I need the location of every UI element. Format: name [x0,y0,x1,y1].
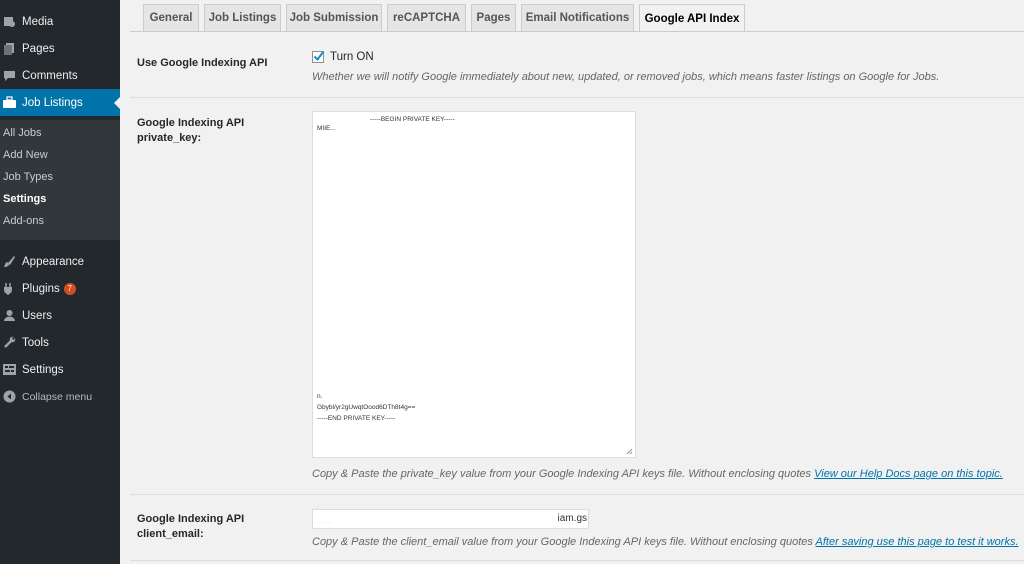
plugins-update-badge: 7 [63,282,76,295]
submenu-item-all-jobs[interactable]: All Jobs [3,127,42,139]
client-email-description-text: Copy & Paste the client_email value from… [312,536,813,548]
wrench-icon [3,336,16,349]
sidebar-item-label: Plugins [22,282,60,295]
resize-handle-icon[interactable] [626,448,633,455]
tab-general[interactable]: General [143,4,199,31]
tab-google-api-index[interactable]: Google API Index [639,4,745,32]
sidebar-item-tools[interactable]: Tools [0,329,120,356]
paintbrush-icon [3,255,16,268]
submenu-item-add-ons[interactable]: Add-ons [3,215,44,227]
key-first-line: MIIE... [317,125,336,132]
sidebar-item-users[interactable]: Users [0,302,120,329]
sidebar-item-label: Comments [22,69,78,82]
sidebar-item-comments[interactable]: Comments [0,62,120,89]
tab-recaptcha[interactable]: reCAPTCHA [387,4,466,31]
plugin-icon [3,282,16,295]
settings-icon [3,363,16,376]
private-key-label: Google Indexing API private_key: [137,116,244,146]
key-line-n: n. [317,393,323,400]
sidebar-item-label: Media [22,15,54,28]
sidebar-item-label: Collapse menu [22,390,93,403]
media-icon [3,15,16,28]
sidebar-item-label: Pages [22,42,55,55]
sidebar-item-job-listings[interactable]: Job Listings [0,89,120,116]
collapse-arrow-icon [3,390,16,403]
sidebar-item-appearance[interactable]: Appearance [0,248,120,275]
private-key-textarea[interactable]: -----BEGIN PRIVATE KEY----- MIIE... n. G… [312,111,636,458]
user-icon [3,309,16,322]
sidebar-item-settings[interactable]: Settings [0,356,120,383]
checkmark-icon [313,50,325,62]
private-key-description: Copy & Paste the private_key value from … [312,468,1003,480]
test-page-link[interactable]: After saving use this page to test it wo… [816,536,1019,548]
private-key-label-line1: Google Indexing API [137,117,245,129]
tab-pages[interactable]: Pages [471,4,516,31]
sidebar-item-label: Appearance [22,255,85,268]
collapse-menu-button[interactable]: Collapse menu [0,383,120,410]
tab-email-notifications[interactable]: Email Notifications [521,4,634,31]
client-email-value-end: iam.gs [557,513,587,524]
comment-icon [3,69,16,82]
use-api-label: Use Google Indexing API [137,57,268,69]
row-divider [130,97,1024,98]
turn-on-label[interactable]: Turn ON [330,51,374,63]
tab-job-submission[interactable]: Job Submission [286,4,382,31]
pages-icon [3,42,16,55]
client-email-redacted-start: . . . . . . . [317,519,332,524]
sidebar-item-media[interactable]: Media [0,8,120,35]
sidebar-item-pages[interactable]: Pages [0,35,120,62]
turn-on-checkbox[interactable] [312,50,325,63]
client-email-label: Google Indexing API client_email: [137,512,244,542]
sidebar-item-posts-partial[interactable] [0,0,120,7]
row-divider [130,494,1024,495]
client-email-label-line2: client_email: [137,528,204,540]
sidebar-item-plugins[interactable]: Plugins 7 [0,275,120,302]
client-email-input[interactable]: . . . . . . . iam.gs [312,509,589,529]
use-api-description: Whether we will notify Google immediatel… [312,71,940,83]
admin-sidebar: Media Pages Comments Job Listings All Jo… [0,0,120,564]
sidebar-item-label: Users [22,309,53,322]
submenu-item-add-new[interactable]: Add New [3,149,48,161]
private-key-label-line2: private_key: [137,132,202,144]
key-begin-line: -----BEGIN PRIVATE KEY----- [370,116,455,123]
key-end-line: -----END PRIVATE KEY----- [317,415,396,422]
tab-job-listings[interactable]: Job Listings [204,4,281,31]
submenu-item-job-types[interactable]: Job Types [3,171,53,183]
help-docs-link[interactable]: View our Help Docs page on this topic. [814,468,1003,480]
sidebar-item-label: Tools [22,336,49,349]
tab-divider-line [130,31,1024,32]
submenu-item-settings[interactable]: Settings [3,193,46,205]
row-divider [130,560,1024,561]
job-listings-submenu: All Jobs Add New Job Types Settings Add-… [0,120,120,240]
client-email-description: Copy & Paste the client_email value from… [312,536,1019,548]
key-last-line: Gbybl/yr2gUwqtOood6DTh8t4g== [317,404,416,411]
briefcase-icon [3,96,16,109]
sidebar-item-label: Settings [22,363,64,376]
sidebar-item-label: Job Listings [22,96,83,109]
private-key-description-text: Copy & Paste the private_key value from … [312,468,812,480]
client-email-label-line1: Google Indexing API [137,513,245,525]
